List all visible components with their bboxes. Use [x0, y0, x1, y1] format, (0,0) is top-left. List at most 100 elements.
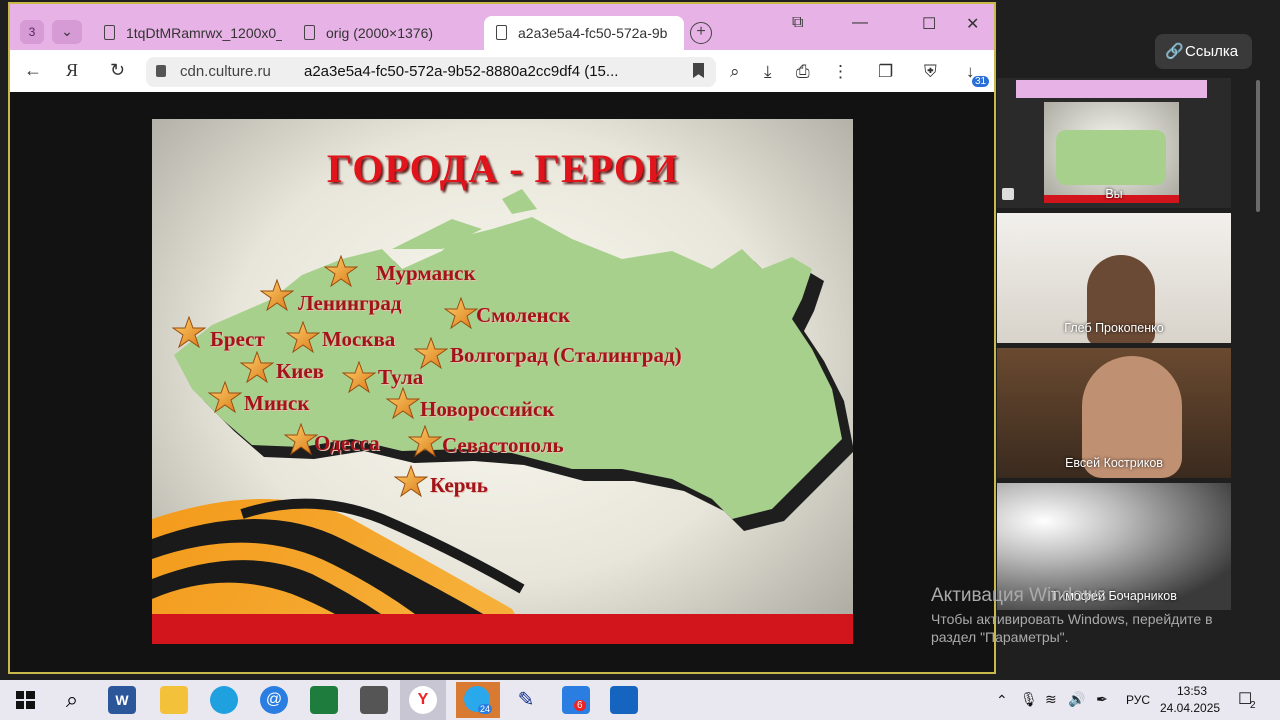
messenger-badge: 6 [574, 700, 586, 711]
mic-icon[interactable]: 🎙 [1020, 691, 1038, 708]
star-icon [385, 386, 421, 421]
new-tab-button[interactable]: + [690, 22, 712, 44]
print-icon[interactable]: ⎙ [796, 62, 810, 82]
tab-label: a2a3e5a4-fc50-572a-9b [518, 25, 668, 41]
star-icon [393, 464, 429, 499]
edge-icon[interactable] [210, 686, 238, 714]
city-label: Киев [276, 359, 324, 383]
close-button[interactable]: ✕ [966, 14, 979, 34]
tray-chevron-icon[interactable]: ⌃ [996, 692, 1008, 709]
clock-date[interactable]: 24.04.2025 [1160, 701, 1220, 715]
reload-button[interactable]: ↻ [110, 60, 125, 81]
city-label: Керчь [430, 473, 488, 497]
participants-scrollbar[interactable] [1256, 80, 1260, 212]
activation-line-2: раздел "Параметры". [931, 629, 1069, 645]
tab-2[interactable]: orig (2000×1376) [292, 16, 482, 50]
downloads-count-badge: 31 [972, 76, 990, 87]
city-label: Брест [210, 327, 265, 351]
tab-1[interactable]: 1tqDtMRamrwx_1200x0_A [92, 16, 282, 50]
link-button-label: Ссылка [1185, 43, 1239, 60]
wifi-icon[interactable]: ≋ [1045, 691, 1057, 708]
participant-name: Глеб Прокопенко [1064, 321, 1164, 335]
collections-icon[interactable]: ❐ [878, 62, 893, 82]
language-indicator[interactable]: РУС [1126, 693, 1150, 707]
taskbar-active-app[interactable]: Y [400, 680, 446, 720]
windows-logo-icon [16, 691, 35, 709]
activation-title: Активация Windows [931, 585, 1107, 606]
start-button[interactable] [12, 686, 40, 714]
maximize-button[interactable]: ☐ [922, 14, 936, 34]
city-label: Мурманск [376, 261, 476, 285]
file-explorer-icon[interactable] [160, 686, 188, 714]
slide-title: ГОРОДА - ГЕРОИ [326, 146, 679, 191]
address-bar: ← Я ↻ cdn.culture.ru a2a3e5a4-fc50-572a-… [10, 50, 994, 92]
star-icon [407, 424, 443, 459]
word-icon[interactable]: W [108, 686, 136, 714]
star-icon [207, 380, 243, 415]
yandex-browser-icon: Y [409, 686, 437, 714]
self-screen-tabbar [1016, 80, 1207, 98]
messenger-icon[interactable]: 6 [562, 686, 590, 714]
city-label: Волгоград (Сталинград) [450, 343, 682, 367]
participant-tile-evsey[interactable]: Евсей Костриков [997, 348, 1231, 478]
slide-image: ГОРОДА - ГЕРОИ Мурманск Ленинград Смоленск… [152, 119, 853, 644]
tab-bar: 3 ⌄ 1tqDtMRamrwx_1200x0_A orig (2000×137… [10, 4, 994, 50]
pen-app-icon[interactable]: ✎ [512, 686, 540, 714]
tab-3-active[interactable]: a2a3e5a4-fc50-572a-9b [484, 16, 684, 50]
city-label: Севастополь [442, 433, 564, 457]
tab-label: 1tqDtMRamrwx_1200x0_A [126, 25, 282, 41]
url-host: cdn.culture.ru [180, 63, 271, 80]
tabs-dropdown-button[interactable]: ⌄ [52, 20, 82, 44]
excel-icon[interactable] [310, 686, 338, 714]
search-icon[interactable]: ⌕ [730, 62, 740, 82]
city-label: Минск [244, 391, 310, 415]
city-label: Ленинград [298, 291, 402, 315]
star-icon [239, 350, 275, 385]
star-icon [171, 315, 207, 350]
mail-icon[interactable]: @ [260, 686, 288, 714]
url-field[interactable]: cdn.culture.ru a2a3e5a4-fc50-572a-9b52-8… [146, 57, 716, 87]
volume-icon[interactable]: 🔊 [1068, 691, 1085, 708]
menu-dots-icon[interactable]: ⋮ [832, 62, 849, 82]
download-icon[interactable]: ⤓ [764, 62, 772, 82]
city-label: Одесса [314, 431, 380, 455]
participant-tile-gleb[interactable]: Глеб Прокопенко [997, 213, 1231, 343]
activation-line-1: Чтобы активировать Windows, перейдите в [931, 611, 1213, 627]
city-label: Новороссийск [420, 397, 555, 421]
preview-map [1056, 130, 1166, 185]
star-icon [259, 278, 295, 313]
notification-count: 2 [1250, 700, 1256, 711]
telegram-badge: 24 [478, 704, 493, 714]
document-icon [104, 25, 115, 40]
star-icon [283, 422, 319, 457]
copy-link-button[interactable]: 🔗 Ссылка [1155, 34, 1252, 69]
clock-time[interactable]: 13:53 [1177, 684, 1207, 698]
participant-name: Вы [1105, 187, 1123, 201]
yandex-logo-icon[interactable]: Я [66, 60, 78, 81]
document-icon [496, 25, 507, 40]
calculator-icon[interactable] [360, 686, 388, 714]
browser-window: 3 ⌄ 1tqDtMRamrwx_1200x0_A orig (2000×137… [8, 2, 996, 674]
lock-icon [156, 65, 166, 77]
windows-activation-watermark: Активация Windows Чтобы активировать Win… [931, 585, 1213, 645]
red-bottom-bar [152, 614, 853, 644]
tab-manager-icon[interactable]: ⧉ [792, 14, 803, 32]
participant-tile-self[interactable]: Вы [997, 78, 1231, 208]
city-label: Смоленск [476, 303, 571, 327]
minimize-button[interactable]: — [852, 14, 868, 32]
star-icon [341, 360, 377, 395]
search-icon[interactable]: ⌕ [58, 686, 86, 714]
link-icon: 🔗 [1165, 43, 1184, 60]
back-button[interactable]: ← [24, 60, 42, 81]
tab-counter[interactable]: 3 [20, 20, 44, 44]
windows-taskbar: ⌕ W @ Y 24 ✎ 6 ⌃ 🎙 ≋ 🔊 ✒ РУС 13:53 24.04… [0, 680, 1280, 720]
city-label: Москва [322, 327, 396, 351]
pen-tray-icon[interactable]: ✒ [1096, 691, 1108, 708]
tab-label: orig (2000×1376) [326, 25, 434, 41]
telegram-app[interactable]: 24 [456, 682, 500, 718]
protect-icon[interactable]: ⛨ [924, 62, 937, 82]
star-icon [285, 320, 321, 355]
whiteboard-icon[interactable] [610, 686, 638, 714]
url-path: a2a3e5a4-fc50-572a-9b52-8880a2cc9df4 (15… [304, 63, 619, 80]
bookmark-icon[interactable] [693, 63, 704, 78]
